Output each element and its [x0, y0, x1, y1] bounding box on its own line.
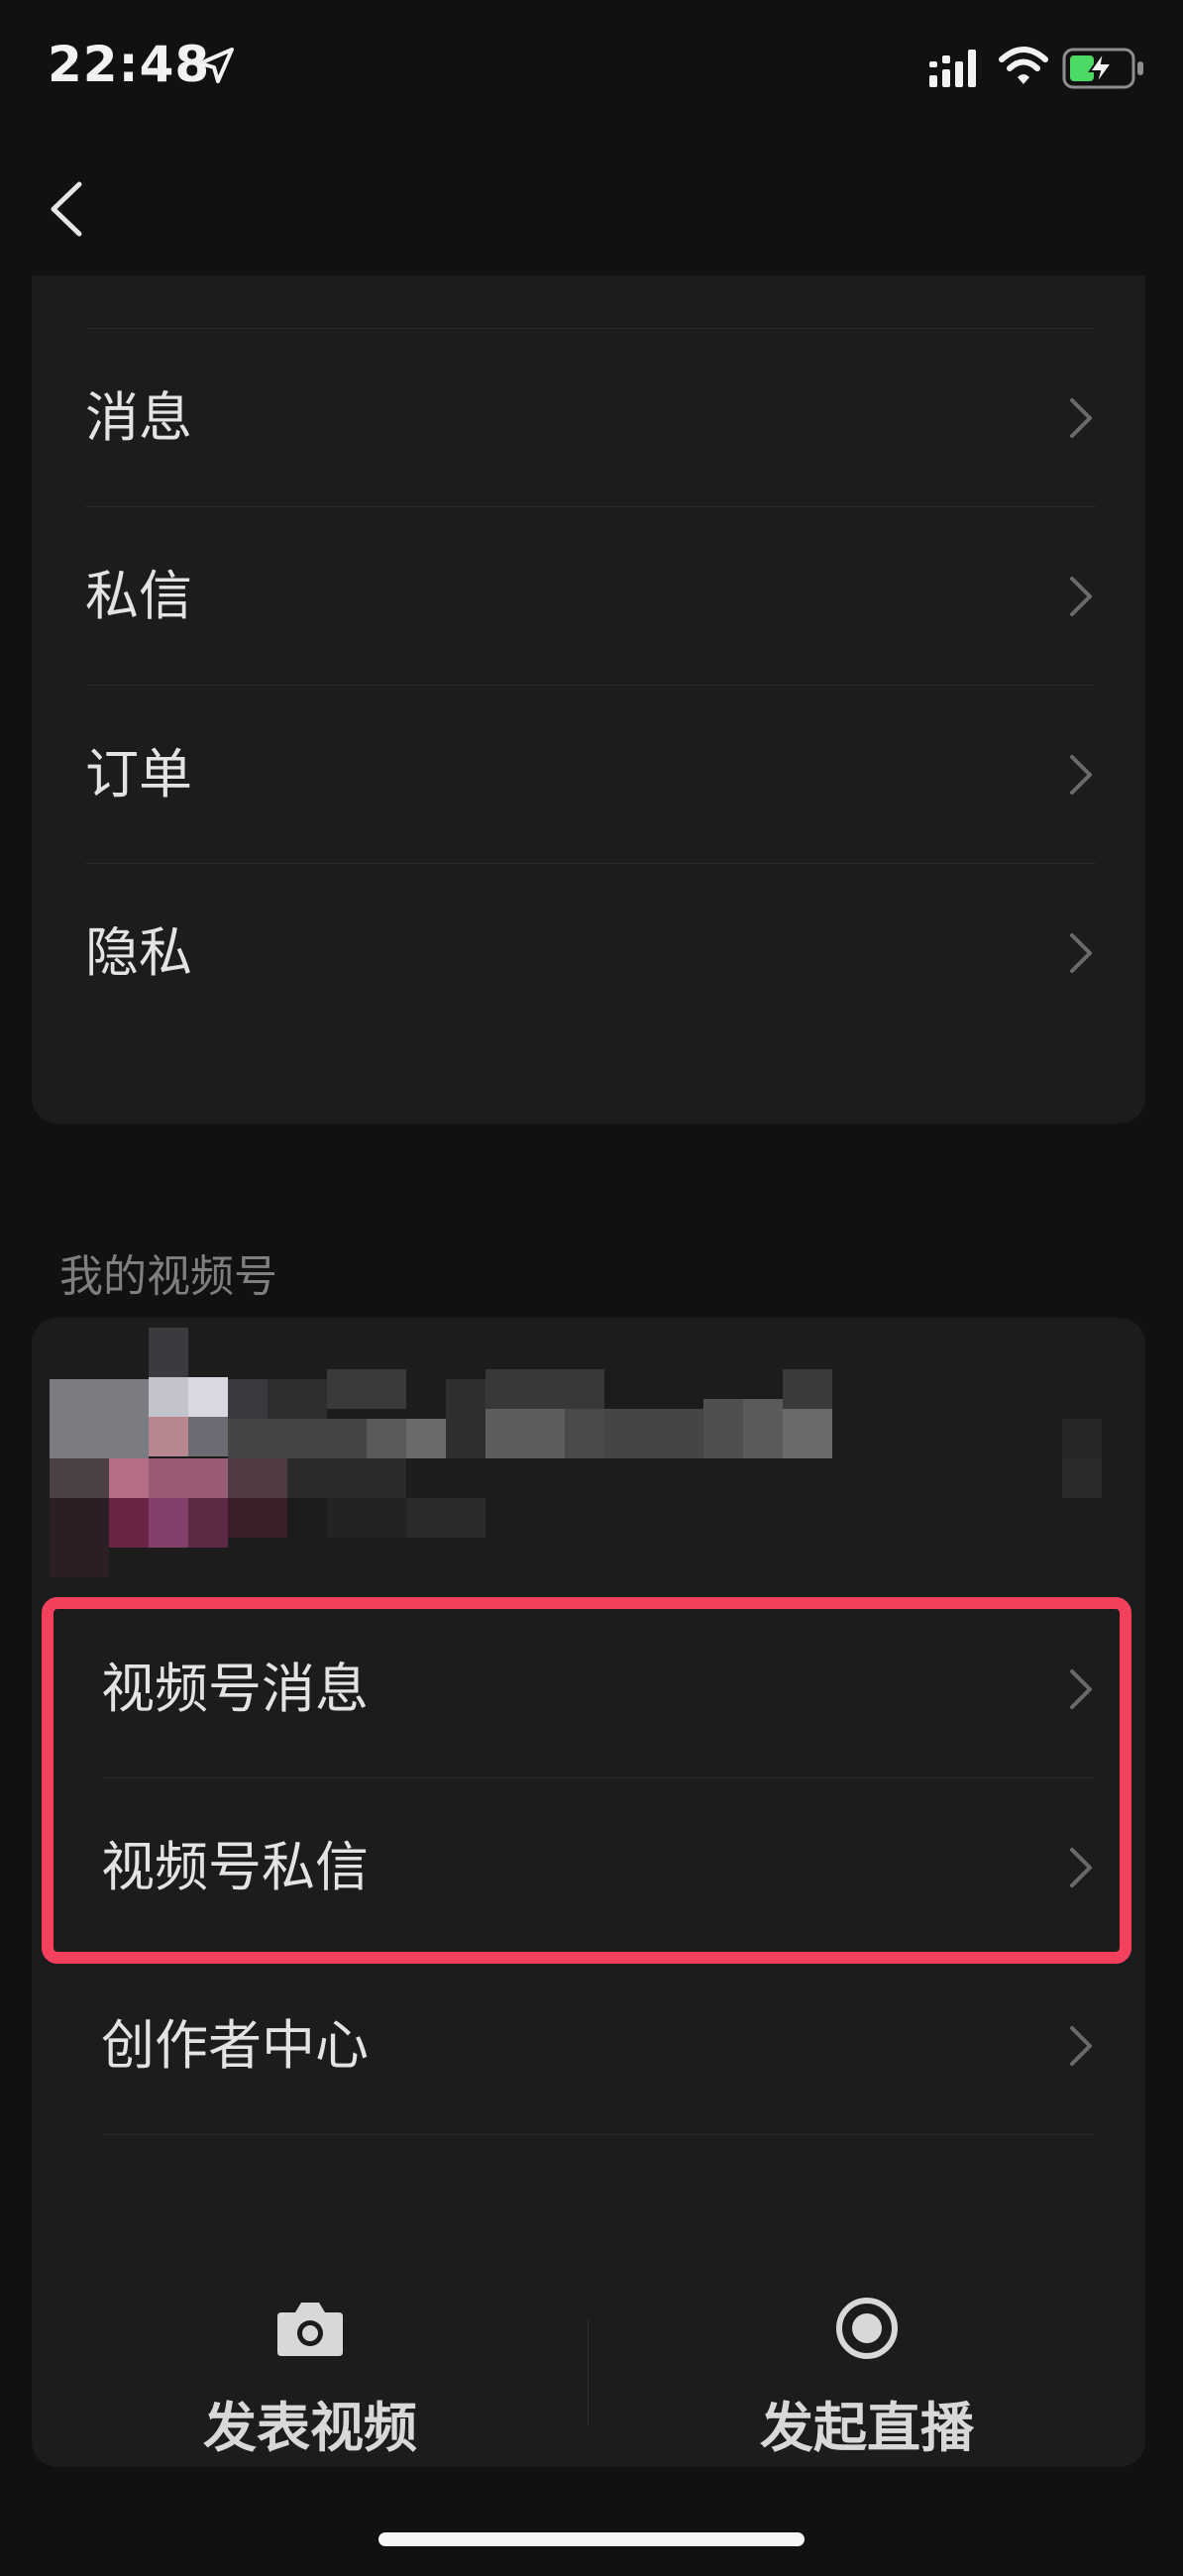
location-arrow-icon	[198, 48, 234, 83]
channels-item-creator-center[interactable]: 创作者中心	[32, 1957, 1145, 2135]
channel-profile-banner[interactable]	[32, 1318, 1145, 1585]
go-live-button[interactable]: 发起直播	[589, 2209, 1145, 2467]
live-record-icon	[836, 2298, 898, 2359]
divider	[101, 2134, 1096, 2135]
settings-item-label: 隐私	[85, 921, 192, 984]
action-bar: 发表视频 发起直播	[32, 2209, 1145, 2467]
post-video-label: 发表视频	[203, 2397, 417, 2459]
settings-item-label: 订单	[85, 743, 192, 805]
signal-icon	[929, 50, 976, 87]
chevron-right-icon	[1070, 2026, 1092, 2066]
settings-card: 关注 消息 私信 订单 隐私	[32, 238, 1145, 1124]
chevron-right-icon	[1070, 933, 1092, 973]
settings-item-messages[interactable]: 消息	[32, 329, 1145, 507]
chevron-right-icon	[1070, 577, 1092, 616]
settings-item-label: 私信	[85, 565, 192, 627]
chevron-right-icon	[1070, 755, 1092, 795]
battery-charging-icon	[1062, 48, 1143, 89]
home-indicator[interactable]	[378, 2532, 805, 2546]
go-live-label: 发起直播	[760, 2397, 974, 2459]
status-time: 22:48	[48, 36, 211, 93]
back-chevron-icon[interactable]	[36, 174, 105, 244]
status-bar: 22:48	[0, 0, 1183, 139]
settings-item-private-messages[interactable]: 私信	[32, 507, 1145, 686]
highlight-box	[42, 1597, 1131, 1964]
settings-item-orders[interactable]: 订单	[32, 686, 1145, 864]
nav-bar	[0, 139, 1183, 275]
settings-item-privacy[interactable]: 隐私	[32, 864, 1145, 1042]
section-title: 我的视频号	[59, 1251, 277, 1302]
settings-item-label: 消息	[85, 386, 192, 449]
wifi-icon	[999, 47, 1048, 84]
channels-item-label: 创作者中心	[101, 2014, 369, 2077]
camera-icon	[277, 2303, 343, 2356]
post-video-button[interactable]: 发表视频	[32, 2209, 589, 2467]
chevron-right-icon	[1070, 398, 1092, 438]
